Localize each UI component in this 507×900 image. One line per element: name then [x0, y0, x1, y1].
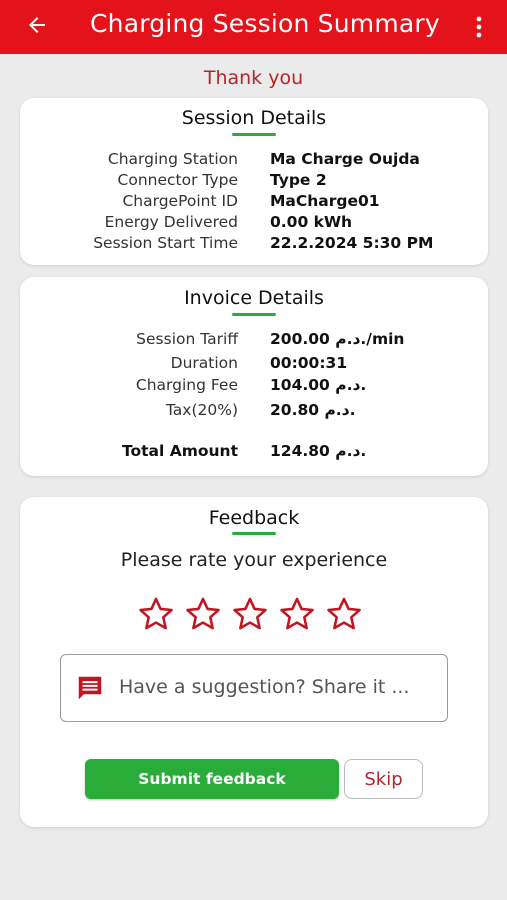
invoice-row-charging-fee: Charging Fee 104.00 د.م.: [20, 376, 488, 398]
detail-value: MaCharge01: [270, 192, 380, 210]
invoice-label: Charging Fee: [135, 376, 238, 394]
title-underline: [232, 532, 276, 535]
star-rating: [137, 595, 363, 633]
more-options-button[interactable]: [469, 12, 489, 42]
detail-value: Ma Charge Oujda: [270, 150, 420, 168]
session-details-title: Session Details: [181, 107, 327, 129]
invoice-label: Session Tariff: [136, 330, 238, 348]
rating-prompt: Please rate your experience: [120, 549, 388, 571]
title-underline: [232, 313, 276, 316]
page-title: Charging Session Summary: [90, 9, 440, 38]
title-underline: [232, 133, 276, 136]
chat-message-icon: [78, 676, 102, 700]
arrow-left-icon: [29, 17, 45, 33]
detail-row-connector-type: Connector Type Type 2: [20, 171, 488, 193]
detail-label: Charging Station: [107, 150, 238, 168]
invoice-value: 20.80 د.م.: [270, 401, 356, 419]
invoice-details-title: Invoice Details: [184, 287, 324, 309]
suggestion-input[interactable]: Have a suggestion? Share it ...: [60, 654, 448, 722]
app-bar: Charging Session Summary: [0, 0, 507, 54]
more-vertical-icon: [476, 16, 482, 38]
detail-value: 0.00 kWh: [270, 213, 353, 231]
invoice-value: 200.00 د.م./min: [270, 330, 405, 348]
skip-button[interactable]: Skip: [344, 759, 423, 799]
invoice-details-card: Invoice Details Session Tariff 200.00 د.…: [20, 277, 488, 476]
detail-value: 22.2.2024 5:30 PM: [270, 234, 434, 252]
total-value: 124.80 د.م.: [270, 442, 367, 460]
invoice-row-tax: Tax(20%) 20.80 د.م.: [20, 401, 488, 423]
invoice-value: 00:00:31: [270, 354, 348, 372]
session-details-card: Session Details Charging Station Ma Char…: [20, 98, 488, 265]
detail-label: Energy Delivered: [104, 213, 238, 231]
detail-row-session-start-time: Session Start Time 22.2.2024 5:30 PM: [20, 234, 488, 256]
star-icon-3[interactable]: [231, 595, 269, 633]
invoice-label: Tax(20%): [165, 401, 238, 419]
thank-you-message: Thank you: [203, 67, 304, 89]
invoice-row-session-tariff: Session Tariff 200.00 د.م./min: [20, 330, 488, 352]
detail-row-chargepoint-id: ChargePoint ID MaCharge01: [20, 192, 488, 214]
detail-label: Session Start Time: [93, 234, 238, 252]
invoice-row-total-amount: Total Amount 124.80 د.م.: [20, 442, 488, 464]
feedback-card: Feedback Please rate your experience Hav…: [20, 497, 488, 827]
invoice-row-duration: Duration 00:00:31: [20, 354, 488, 376]
submit-feedback-button[interactable]: Submit feedback: [85, 759, 339, 799]
suggestion-placeholder: Have a suggestion? Share it ...: [119, 676, 410, 698]
star-icon-1[interactable]: [137, 595, 175, 633]
star-icon-4[interactable]: [278, 595, 316, 633]
invoice-value: 104.00 د.م.: [270, 376, 367, 394]
detail-row-energy-delivered: Energy Delivered 0.00 kWh: [20, 213, 488, 235]
back-button[interactable]: [22, 10, 52, 40]
detail-label: ChargePoint ID: [122, 192, 238, 210]
invoice-label: Duration: [170, 354, 238, 372]
detail-row-charging-station: Charging Station Ma Charge Oujda: [20, 150, 488, 172]
feedback-title: Feedback: [208, 507, 300, 529]
detail-value: Type 2: [270, 171, 327, 189]
total-label: Total Amount: [121, 442, 238, 460]
detail-label: Connector Type: [117, 171, 238, 189]
star-icon-2[interactable]: [184, 595, 222, 633]
star-icon-5[interactable]: [325, 595, 363, 633]
